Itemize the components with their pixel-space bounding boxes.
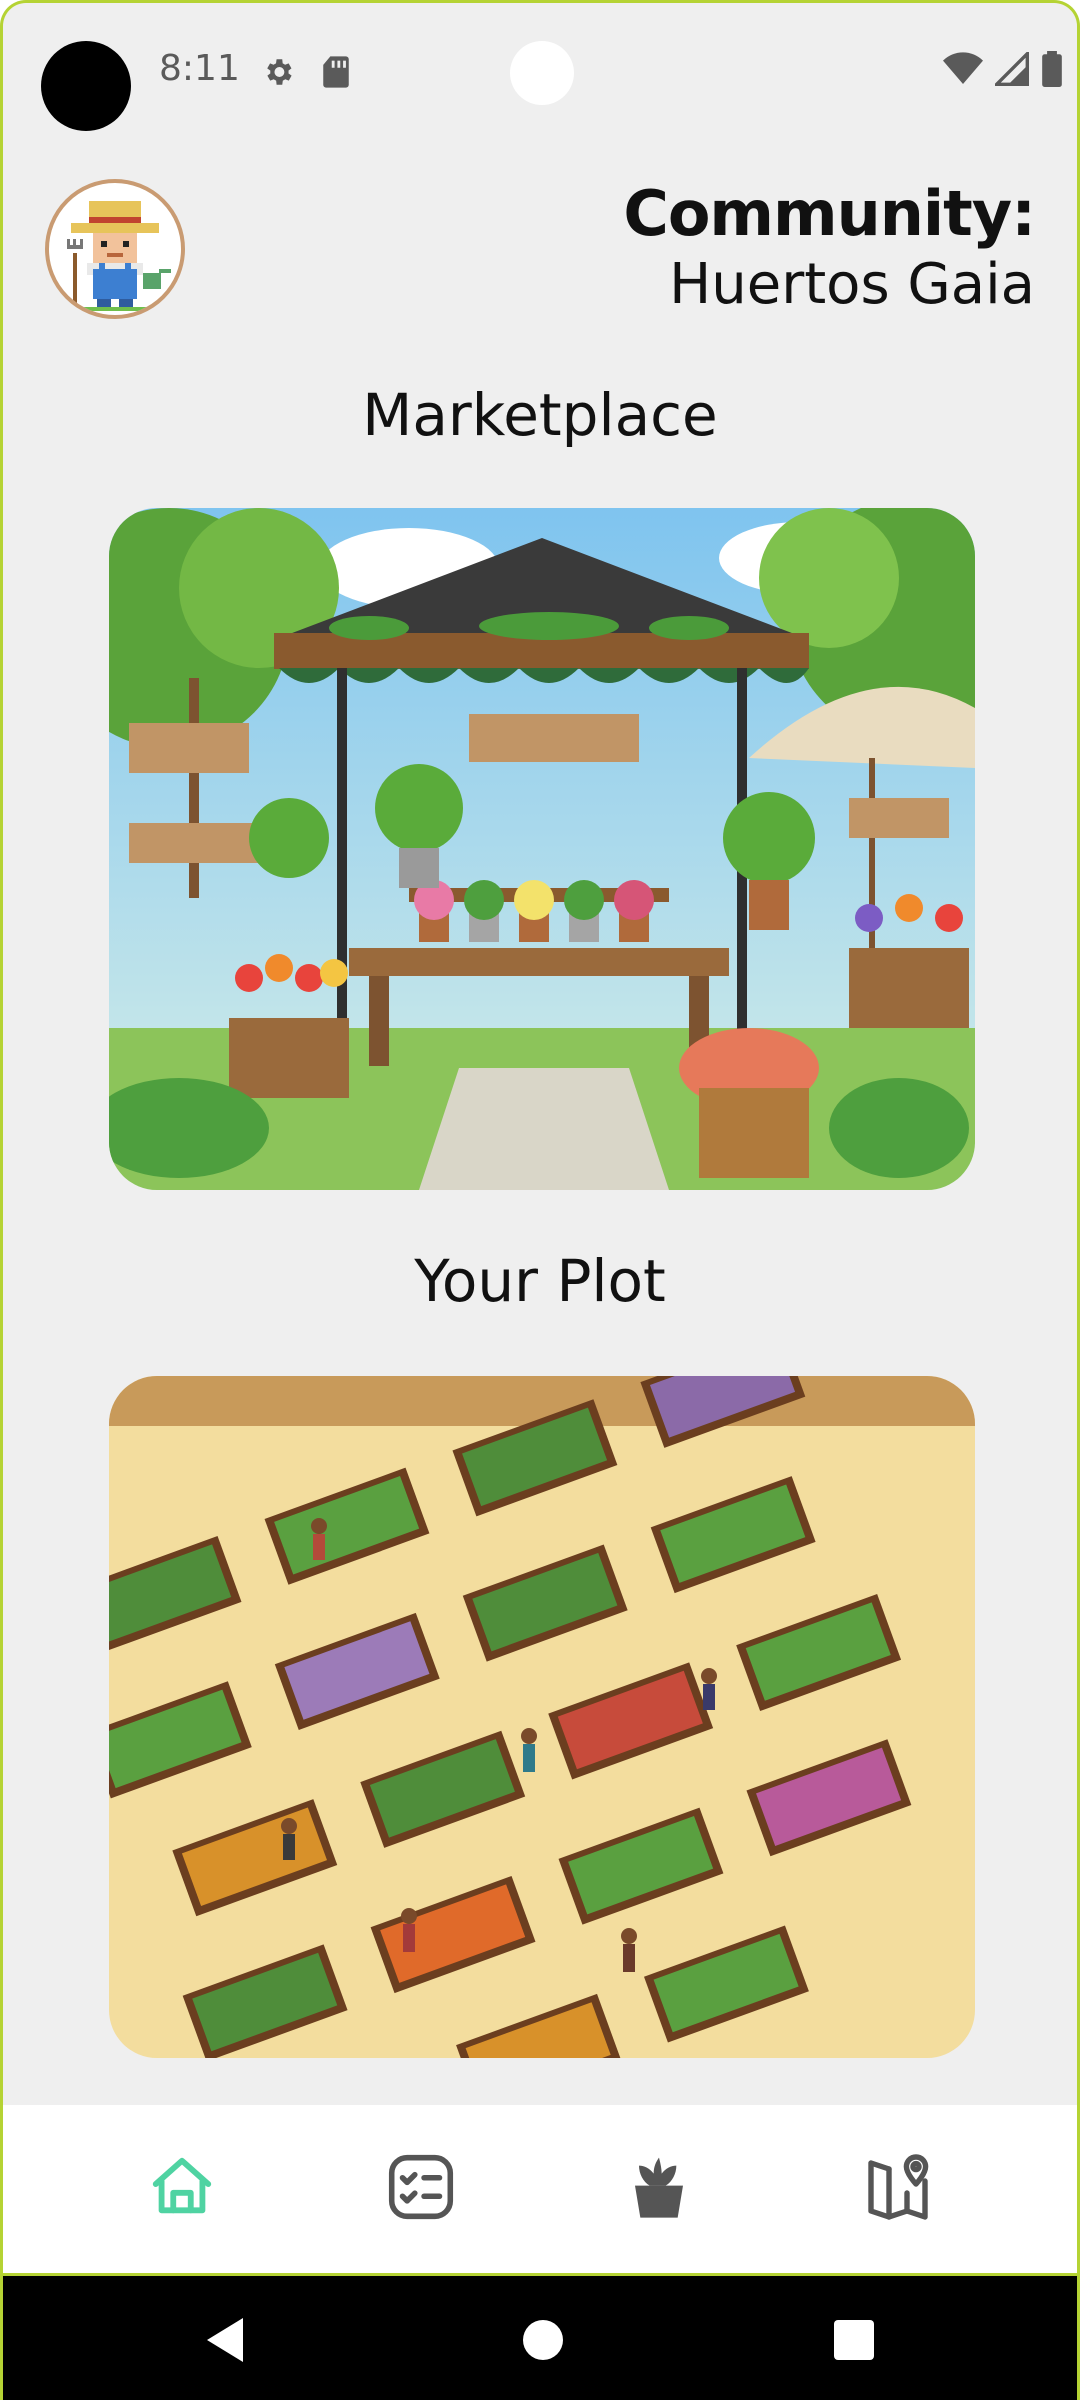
signal-icon (992, 49, 1029, 90)
community-label: Community: (623, 177, 1036, 250)
garden-plots-illustration (109, 1376, 975, 2058)
camera-cutout (41, 41, 131, 131)
your-plot-card[interactable] (109, 1376, 975, 2058)
nav-tasks-button[interactable] (361, 2129, 481, 2249)
front-camera (510, 41, 574, 105)
marketplace-illustration (109, 508, 975, 1190)
checklist-icon (384, 2150, 458, 2228)
nav-plants-button[interactable] (599, 2129, 719, 2249)
system-nav-bar (3, 2276, 1077, 2400)
farmer-avatar[interactable] (45, 179, 185, 319)
recents-square-icon[interactable] (834, 2320, 874, 2360)
community-name: Huertos Gaia (669, 252, 1035, 317)
marketplace-card[interactable] (109, 508, 975, 1190)
map-pin-icon (862, 2151, 934, 2227)
status-bar: 8:11 (3, 3, 1077, 133)
your-plot-title: Your Plot (414, 1247, 666, 1315)
status-right-icons (943, 49, 1063, 91)
nav-map-button[interactable] (838, 2129, 958, 2249)
wifi-icon (943, 52, 983, 90)
home-circle-icon[interactable] (523, 2320, 563, 2360)
status-time: 8:11 (159, 48, 240, 89)
home-icon (147, 2152, 217, 2226)
bottom-nav (3, 2105, 1077, 2273)
back-icon[interactable] (203, 2316, 247, 2368)
app-screen: 8:11 Community: Huertos Gaia Marketplace… (0, 0, 1080, 2400)
marketplace-title: Marketplace (362, 381, 718, 449)
settings-icon (261, 55, 295, 93)
sd-card-icon (321, 55, 351, 93)
community-header: Community: Huertos Gaia (623, 177, 1036, 321)
nav-home-button[interactable] (122, 2129, 242, 2249)
battery-icon (1041, 51, 1063, 91)
potted-plant-icon (627, 2152, 691, 2226)
